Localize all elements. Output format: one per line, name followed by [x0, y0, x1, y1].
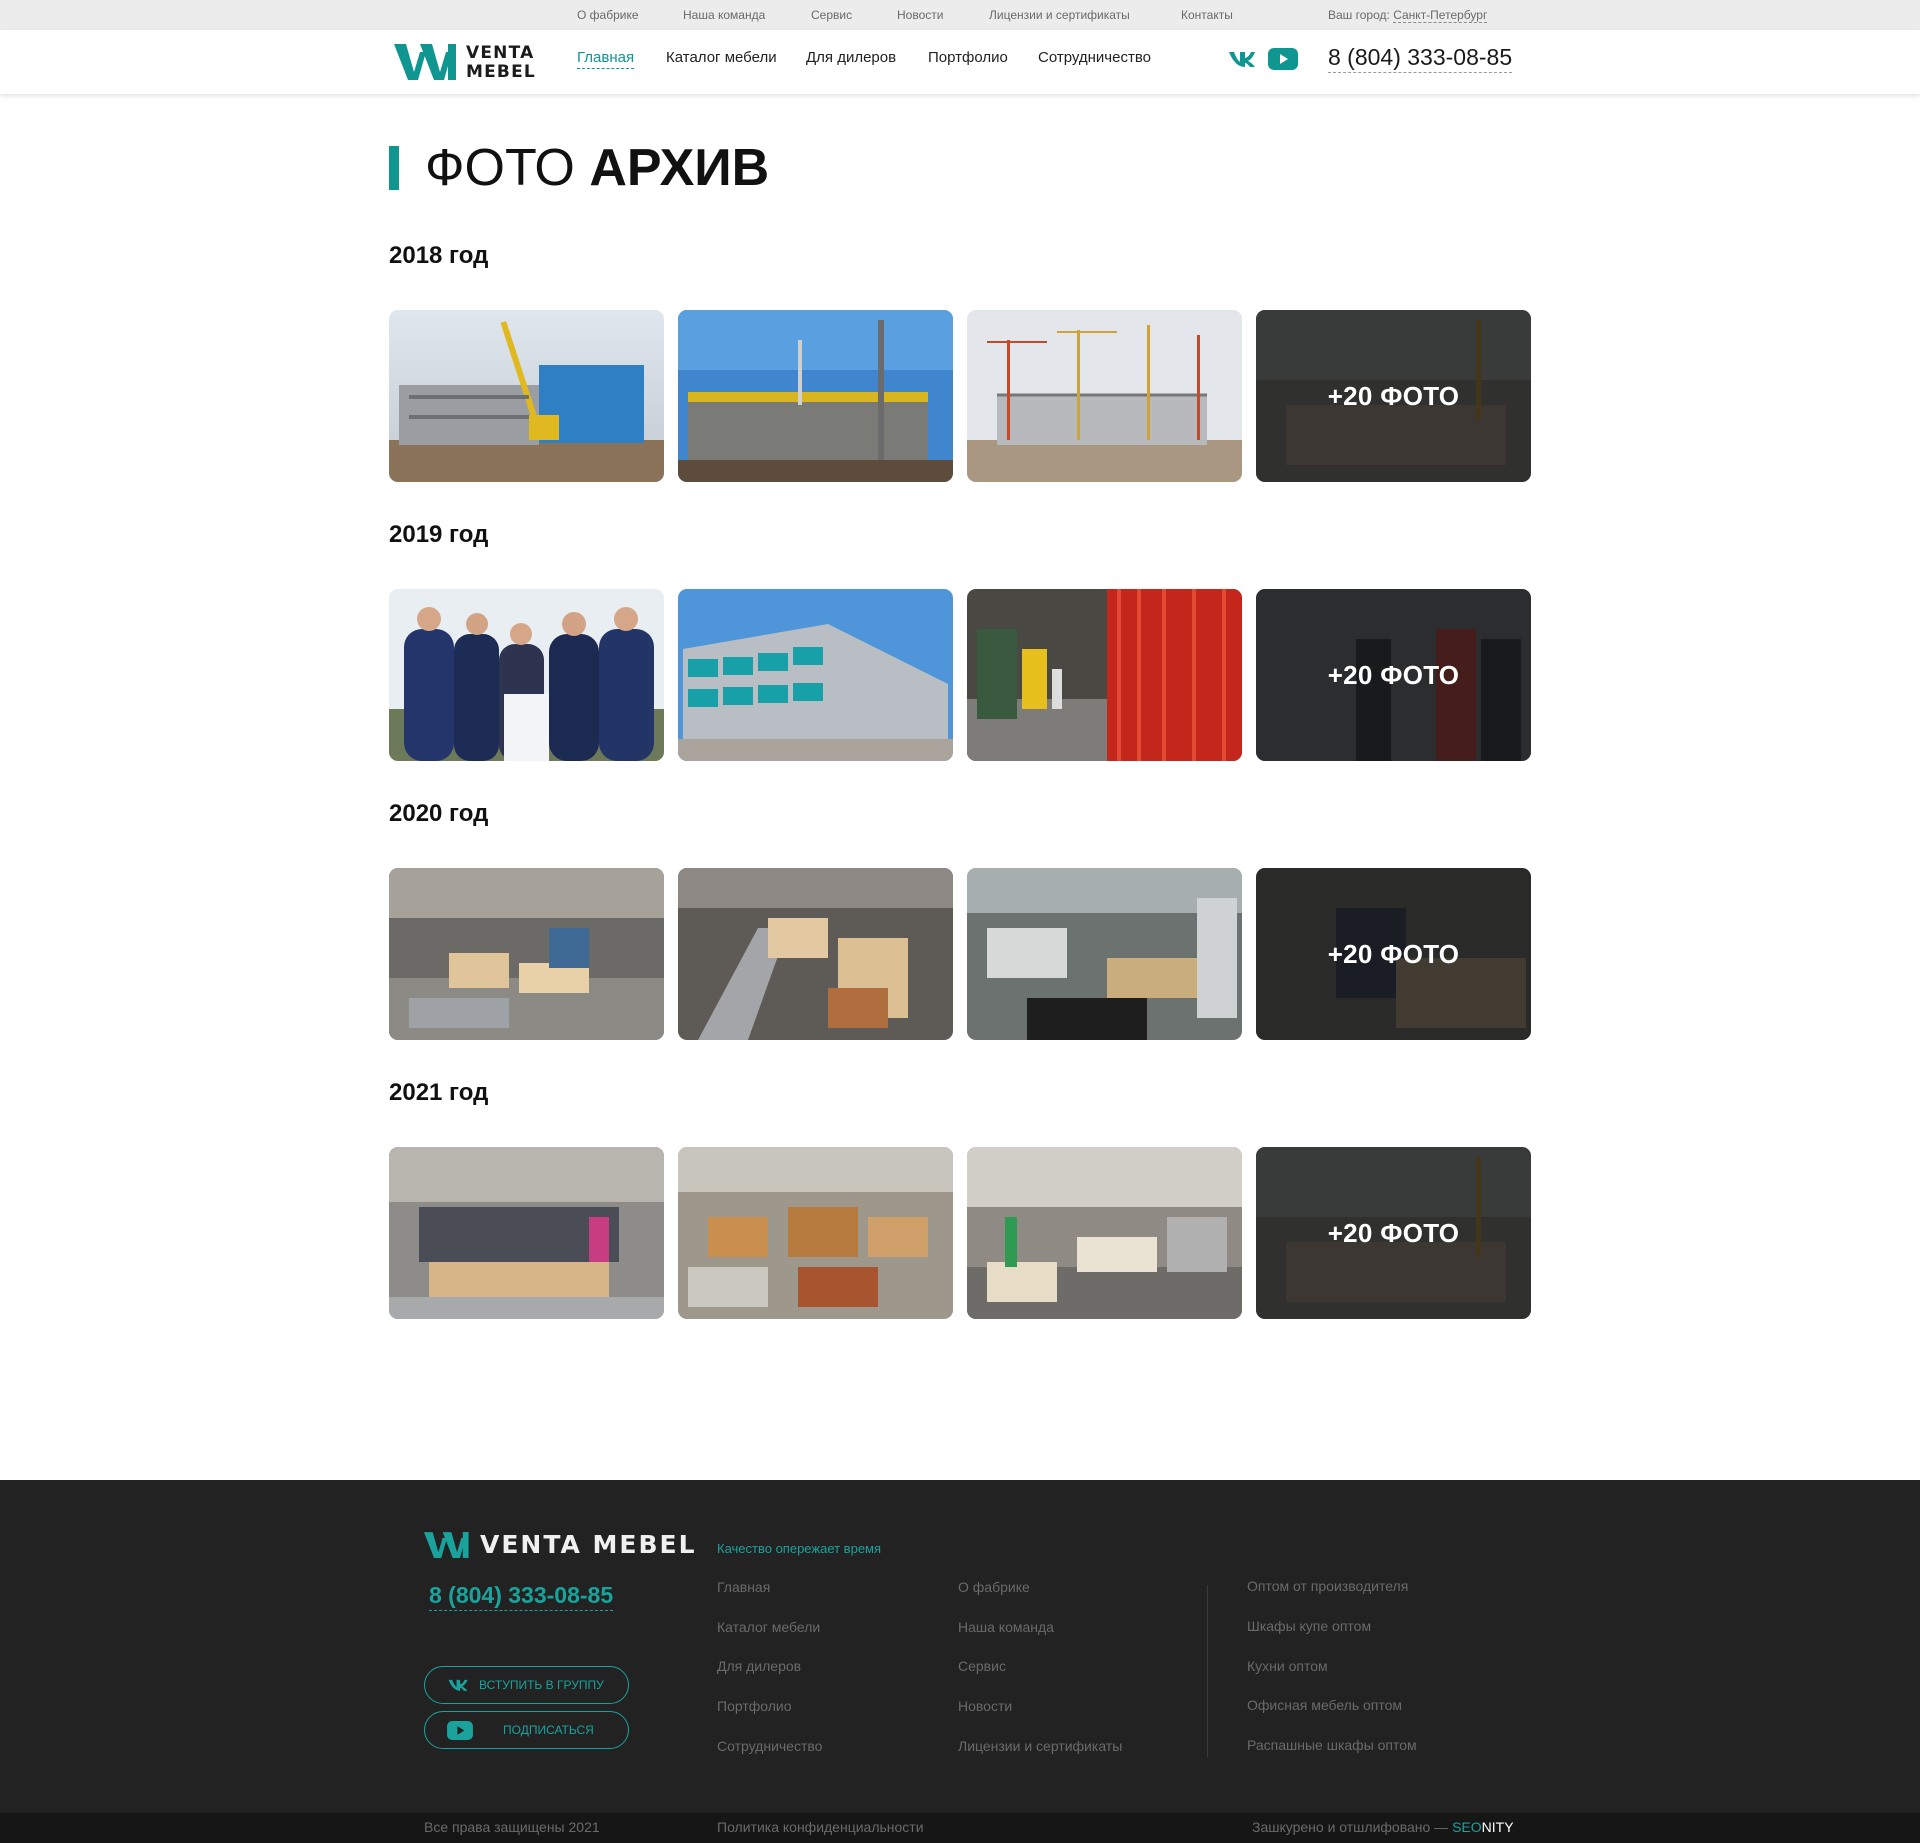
city-label: Ваш город: [1328, 8, 1390, 22]
youtube-subscribe-button[interactable]: ПОДПИСАТЬСЯ [424, 1711, 629, 1749]
credit-seo: SEO [1452, 1819, 1482, 1835]
photo-2021-2[interactable] [678, 1147, 953, 1319]
page-title: ФОТО АРХИВ [425, 136, 769, 200]
photo-2018-2[interactable] [678, 310, 953, 482]
photo-2019-1[interactable] [389, 589, 664, 761]
footer-link-home[interactable]: Главная [717, 1579, 770, 1595]
nav-dealers[interactable]: Для дилеров [806, 49, 896, 66]
title-bold: АРХИВ [589, 139, 770, 197]
topbar-link-service[interactable]: Сервис [811, 8, 852, 22]
topbar-link-about[interactable]: О фабрике [577, 8, 639, 22]
footer-link-swing-wardrobes[interactable]: Распашные шкафы оптом [1247, 1737, 1417, 1753]
footer-link-news[interactable]: Новости [958, 1698, 1012, 1714]
logo[interactable]: VENTA MEBEL [394, 42, 536, 84]
footer-link-about[interactable]: О фабрике [958, 1579, 1030, 1595]
logo-word-venta: VENTA [466, 43, 535, 63]
city-value[interactable]: Санкт-Петербург [1393, 8, 1488, 23]
footer-phone[interactable]: 8 (804) 333-08-85 [429, 1580, 614, 1611]
footer: VENTA MEBEL Качество опережает время 8 (… [0, 1480, 1920, 1813]
nav-home[interactable]: Главная [577, 49, 635, 69]
photo-2020-3[interactable] [967, 868, 1242, 1040]
year-heading-2020: 2020 год [389, 800, 489, 827]
bottom-bar: Все права защищены 2021 Политика конфиде… [0, 1813, 1920, 1843]
footer-tagline: Качество опережает время [717, 1541, 882, 1556]
vk-join-button[interactable]: ВСТУПИТЬ В ГРУППУ [424, 1666, 629, 1704]
photo-2020-1[interactable] [389, 868, 664, 1040]
photo-2021-1[interactable] [389, 1147, 664, 1319]
more-photos-label: +20 ФОТО [1327, 1217, 1460, 1248]
nav-cooperation[interactable]: Сотрудничество [1038, 49, 1151, 66]
footer-link-wholesale[interactable]: Оптом от производителя [1247, 1578, 1408, 1594]
top-utility-bar: О фабрике Наша команда Сервис Новости Ли… [0, 0, 1920, 30]
footer-link-team[interactable]: Наша команда [958, 1619, 1054, 1635]
nav-catalog[interactable]: Каталог мебели [666, 49, 777, 66]
vk-icon[interactable] [1228, 48, 1256, 75]
logo-mark-icon [394, 44, 456, 80]
header-phone[interactable]: 8 (804) 333-08-85 [1328, 42, 1513, 73]
title-accent-bar [389, 146, 399, 190]
year-heading-2021: 2021 год [389, 1079, 489, 1106]
photo-2019-2[interactable] [678, 589, 953, 761]
youtube-icon[interactable] [1268, 48, 1298, 75]
vk-icon [448, 1679, 468, 1691]
more-photos-label: +20 ФОТО [1327, 659, 1460, 690]
main-header: VENTA MEBEL Главная Каталог мебели Для д… [0, 30, 1920, 94]
nav-portfolio[interactable]: Портфолио [928, 49, 1008, 66]
photo-2018-1[interactable] [389, 310, 664, 482]
photo-2021-3[interactable] [967, 1147, 1242, 1319]
topbar-link-contacts[interactable]: Контакты [1181, 8, 1233, 22]
privacy-policy-link[interactable]: Политика конфиденциальности [717, 1819, 924, 1835]
footer-link-portfolio[interactable]: Портфолио [717, 1698, 792, 1714]
topbar-link-licenses[interactable]: Лицензии и сертификаты [989, 8, 1130, 22]
vk-join-label: ВСТУПИТЬ В ГРУППУ [479, 1678, 604, 1692]
city-selector[interactable]: Ваш город: Санкт-Петербург [1328, 8, 1488, 23]
logo-word-mebel: MEBEL [466, 62, 536, 82]
footer-link-service[interactable]: Сервис [958, 1658, 1006, 1674]
footer-link-cooperation[interactable]: Сотрудничество [717, 1738, 822, 1754]
footer-link-office[interactable]: Офисная мебель оптом [1247, 1697, 1402, 1713]
footer-logo-mark-icon [424, 1532, 469, 1558]
year-heading-2018: 2018 год [389, 242, 489, 269]
photo-2018-more[interactable]: +20 ФОТО [1256, 310, 1531, 482]
year-heading-2019: 2019 год [389, 521, 489, 548]
youtube-icon [447, 1720, 473, 1740]
photo-2020-2[interactable] [678, 868, 953, 1040]
title-light: ФОТО [425, 139, 575, 197]
footer-link-catalog[interactable]: Каталог мебели [717, 1619, 820, 1635]
footer-link-dealers[interactable]: Для дилеров [717, 1658, 801, 1674]
photo-2020-more[interactable]: +20 ФОТО [1256, 868, 1531, 1040]
photo-2018-3[interactable] [967, 310, 1242, 482]
credit-nity: NITY [1481, 1819, 1514, 1835]
developer-credit[interactable]: Зашкурено и отшлифовано — SEONITY [1252, 1819, 1514, 1835]
topbar-link-news[interactable]: Новости [897, 8, 943, 22]
footer-link-licenses[interactable]: Лицензии и сертификаты [958, 1738, 1122, 1754]
footer-logo-text[interactable]: VENTA MEBEL [480, 1530, 697, 1560]
footer-link-kitchens[interactable]: Кухни оптом [1247, 1658, 1328, 1674]
photo-2019-more[interactable]: +20 ФОТО [1256, 589, 1531, 761]
credit-prefix: Зашкурено и отшлифовано — [1252, 1819, 1449, 1835]
youtube-subscribe-label: ПОДПИСАТЬСЯ [503, 1723, 594, 1737]
more-photos-label: +20 ФОТО [1327, 938, 1460, 969]
topbar-link-team[interactable]: Наша команда [683, 8, 765, 22]
copyright: Все права защищены 2021 [424, 1819, 600, 1835]
photo-2021-more[interactable]: +20 ФОТО [1256, 1147, 1531, 1319]
more-photos-label: +20 ФОТО [1327, 380, 1460, 411]
footer-divider [1207, 1585, 1208, 1757]
photo-2019-3[interactable] [967, 589, 1242, 761]
footer-link-wardrobes[interactable]: Шкафы купе оптом [1247, 1618, 1371, 1634]
